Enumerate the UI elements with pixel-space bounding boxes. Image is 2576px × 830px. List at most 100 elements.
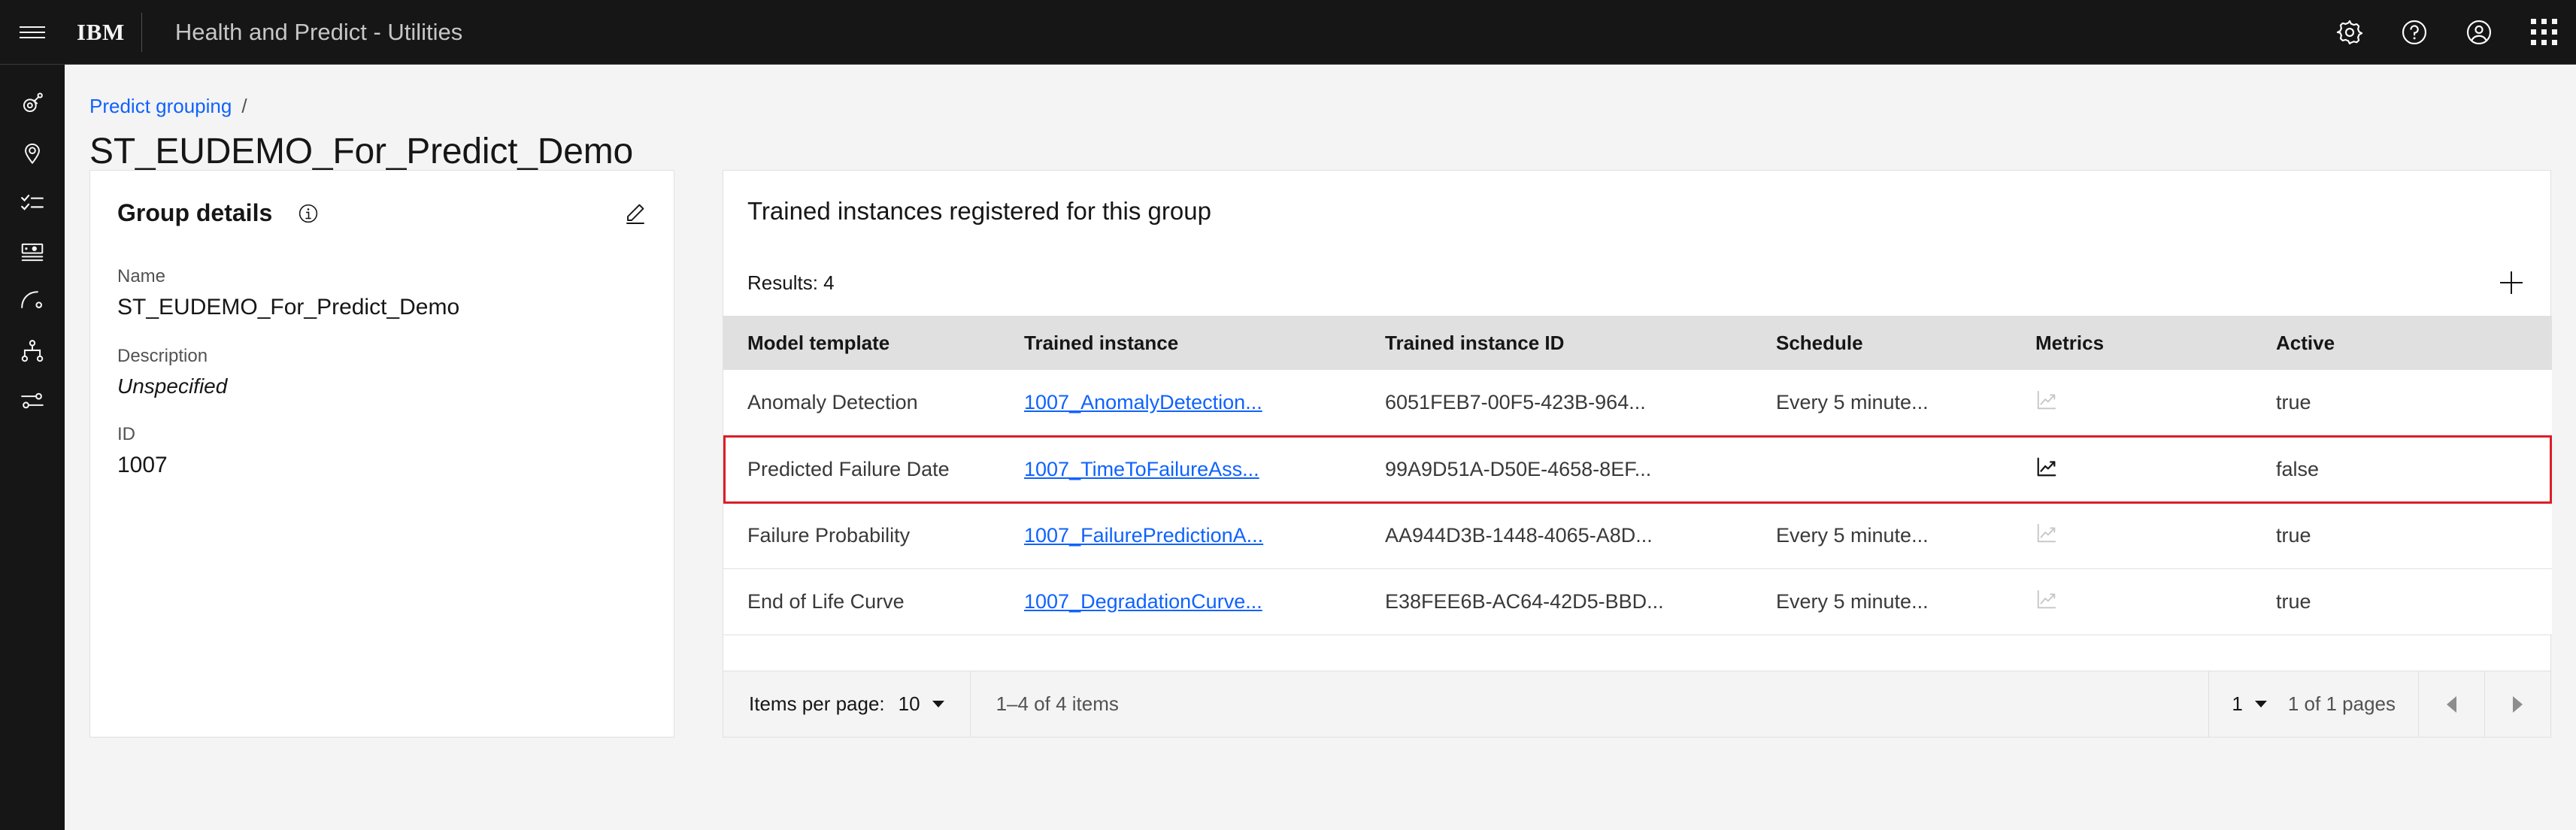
cell-active: true	[2276, 502, 2552, 569]
item-range-label: 1–4 of 4 items	[996, 692, 1119, 715]
cell-trained-instance-id: 99A9D51A-D50E-4658-8EF...	[1385, 435, 1776, 504]
id-card-icon	[20, 239, 45, 265]
hamburger-bar	[20, 26, 45, 28]
grid-dot	[2530, 19, 2536, 24]
chevron-down-icon	[2254, 701, 2267, 707]
cell-metrics	[2035, 502, 2276, 569]
user-avatar-icon[interactable]	[2447, 0, 2511, 65]
cell-active: true	[2276, 370, 2552, 437]
cell-active: true	[2276, 568, 2552, 635]
caret-right-icon	[2513, 695, 2523, 713]
gear-icon[interactable]	[2317, 0, 2382, 65]
sidebar-item-trend[interactable]	[0, 277, 65, 326]
column-header-model-template[interactable]: Model template	[723, 316, 1024, 370]
total-pages-label: 1 of 1 pages	[2287, 692, 2396, 715]
cell-trained-instance: 1007_FailurePredictionA...	[1024, 502, 1385, 569]
chart-line-icon[interactable]	[2035, 522, 2058, 544]
cell-metrics	[2035, 435, 2276, 504]
help-circle-icon[interactable]	[2382, 0, 2447, 65]
table-row[interactable]: Failure Probability 1007_FailurePredicti…	[723, 502, 2552, 569]
grid-dot	[2530, 40, 2536, 45]
field-label: Name	[117, 266, 166, 286]
cell-model-template: End of Life Curve	[723, 568, 1024, 635]
grid-dot	[2530, 29, 2536, 35]
left-navigation-rail	[0, 65, 65, 830]
cell-model-template: Failure Probability	[723, 502, 1024, 569]
grid-dot	[2551, 19, 2557, 24]
breadcrumb-separator: /	[241, 95, 247, 117]
trained-instance-link[interactable]: 1007_TimeToFailureAss...	[1024, 458, 1259, 480]
column-header-active[interactable]: Active	[2276, 316, 2552, 370]
cell-metrics	[2035, 568, 2276, 635]
sliders-icon	[20, 388, 45, 413]
breadcrumb: Predict grouping /	[89, 95, 247, 118]
previous-page-button[interactable]	[2418, 671, 2484, 737]
information-circle-icon[interactable]	[298, 203, 319, 224]
hamburger-bar	[20, 36, 45, 38]
field-name: Name ST_EUDEMO_For_Predict_Demo	[117, 266, 647, 320]
location-pin-icon	[20, 140, 45, 165]
table-row[interactable]: End of Life Curve 1007_DegradationCurve.…	[723, 568, 2552, 635]
hierarchy-tree-icon	[20, 338, 45, 364]
sidebar-item-records[interactable]	[0, 227, 65, 277]
cell-schedule: Every 5 minute...	[1776, 568, 2035, 635]
cell-trained-instance: 1007_TimeToFailureAss...	[1024, 435, 1385, 504]
cell-active: false	[2276, 435, 2552, 504]
grid-dot	[2551, 29, 2557, 35]
field-value: 1007	[117, 453, 168, 477]
add-instance-button[interactable]	[2478, 250, 2544, 316]
page-number-select[interactable]: 1	[2232, 692, 2267, 716]
grid-dot	[2541, 40, 2547, 45]
results-count: Results: 4	[747, 271, 835, 294]
trained-instances-panel: Trained instances registered for this gr…	[723, 170, 2552, 738]
cell-trained-instance: 1007_DegradationCurve...	[1024, 568, 1385, 635]
next-page-button[interactable]	[2484, 671, 2550, 737]
app-header: IBM Health and Predict - Utilities	[0, 0, 2576, 65]
table-toolbar: Results: 4	[723, 250, 2550, 316]
column-header-trained-instance[interactable]: Trained instance	[1024, 316, 1385, 370]
breadcrumb-link-predict-grouping[interactable]: Predict grouping	[89, 95, 232, 118]
app-title: Health and Predict - Utilities	[174, 18, 463, 45]
caret-left-icon	[2447, 695, 2456, 713]
checklist-icon	[20, 189, 45, 215]
table-row[interactable]: Anomaly Detection 1007_AnomalyDetection.…	[723, 370, 2552, 437]
grid-dot	[2551, 40, 2557, 45]
items-per-page-select[interactable]: 10	[899, 692, 944, 716]
field-value: Unspecified	[117, 374, 228, 398]
cell-model-template: Predicted Failure Date	[723, 435, 1024, 504]
chart-line-icon[interactable]	[2035, 456, 2058, 478]
field-description: Description Unspecified	[117, 346, 647, 398]
cell-metrics	[2035, 370, 2276, 437]
sidebar-item-asset[interactable]	[0, 78, 65, 128]
trained-instance-link[interactable]: 1007_AnomalyDetection...	[1024, 391, 1262, 413]
column-header-schedule[interactable]: Schedule	[1776, 316, 2035, 370]
chart-line-icon[interactable]	[2035, 389, 2058, 411]
chart-line-icon[interactable]	[2035, 588, 2058, 610]
curve-point-icon	[20, 289, 45, 314]
trained-instance-link[interactable]: 1007_FailurePredictionA...	[1024, 524, 1263, 547]
hamburger-bar	[20, 31, 45, 33]
field-label: Description	[117, 346, 208, 366]
hamburger-menu-icon[interactable]	[0, 0, 65, 65]
column-header-trained-instance-id[interactable]: Trained instance ID	[1385, 316, 1776, 370]
brand-label[interactable]: IBM	[65, 19, 141, 46]
cell-schedule	[1776, 435, 2035, 504]
field-label: ID	[117, 424, 135, 444]
page-body: Predict grouping / ST_EUDEMO_For_Predict…	[65, 65, 2576, 830]
grid-dot	[2541, 19, 2547, 24]
sidebar-item-hierarchy[interactable]	[0, 326, 65, 376]
edit-pencil-icon[interactable]	[623, 201, 647, 226]
grid-dots-icon[interactable]	[2511, 0, 2576, 65]
cell-schedule: Every 5 minute...	[1776, 502, 2035, 569]
sidebar-item-settings-sliders[interactable]	[0, 376, 65, 426]
group-details-body: Name ST_EUDEMO_For_Predict_Demo Descript…	[90, 227, 674, 478]
sidebar-item-tasks[interactable]	[0, 177, 65, 227]
table-row[interactable]: Predicted Failure Date 1007_TimeToFailur…	[723, 435, 2552, 504]
plus-icon	[2500, 271, 2523, 294]
trained-instance-link[interactable]: 1007_DegradationCurve...	[1024, 590, 1262, 613]
column-header-metrics[interactable]: Metrics	[2035, 316, 2276, 370]
table-head: Model template Trained instance Trained …	[723, 316, 2552, 370]
sidebar-item-location[interactable]	[0, 128, 65, 177]
field-value: ST_EUDEMO_For_Predict_Demo	[117, 295, 460, 320]
page-number-value: 1	[2232, 692, 2243, 715]
